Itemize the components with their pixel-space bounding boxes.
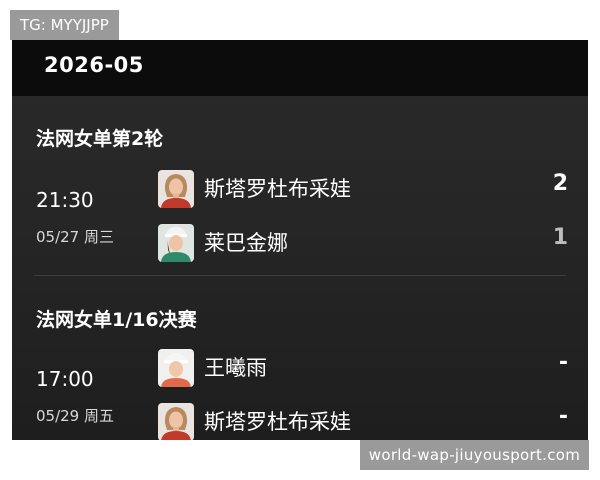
player-row[interactable]: 王曦雨 - — [158, 345, 568, 389]
player-name: 莱巴金娜 — [204, 231, 288, 255]
match-time: 21:30 — [36, 188, 94, 212]
match-date: 05/29 周五 — [36, 407, 114, 425]
match-title: 法网女单1/16决赛 — [36, 309, 197, 331]
match-title: 法网女单第2轮 — [36, 128, 164, 150]
match-date: 05/27 周三 — [36, 228, 114, 246]
watermark-bottom: world-wap-jiuyousport.com — [360, 440, 589, 470]
player-avatar — [158, 349, 194, 387]
section-divider — [34, 275, 566, 276]
player-name: 斯塔罗杜布采娃 — [204, 410, 351, 434]
player-avatar — [158, 170, 194, 208]
player-name: 斯塔罗杜布采娃 — [204, 177, 351, 201]
player-score: 2 — [552, 171, 568, 196]
player-score: - — [558, 350, 568, 375]
player-avatar — [158, 403, 194, 440]
player-name: 王曦雨 — [204, 356, 267, 380]
player-row[interactable]: 斯塔罗杜布采娃 2 — [158, 166, 568, 210]
schedule-panel: 2026-05 法网女单第2轮 21:30 05/27 周三 斯塔罗杜布采娃 2 — [12, 40, 588, 440]
player-avatar — [158, 224, 194, 262]
match-time: 17:00 — [36, 367, 94, 391]
month-label: 2026-05 — [44, 53, 144, 77]
player-score: 1 — [552, 225, 568, 250]
month-header: 2026-05 — [12, 40, 588, 96]
player-row[interactable]: 斯塔罗杜布采娃 - — [158, 399, 568, 440]
watermark-top: TG: MYYJJPP — [10, 10, 119, 40]
player-row[interactable]: 莱巴金娜 1 — [158, 220, 568, 264]
player-score: - — [558, 404, 568, 429]
